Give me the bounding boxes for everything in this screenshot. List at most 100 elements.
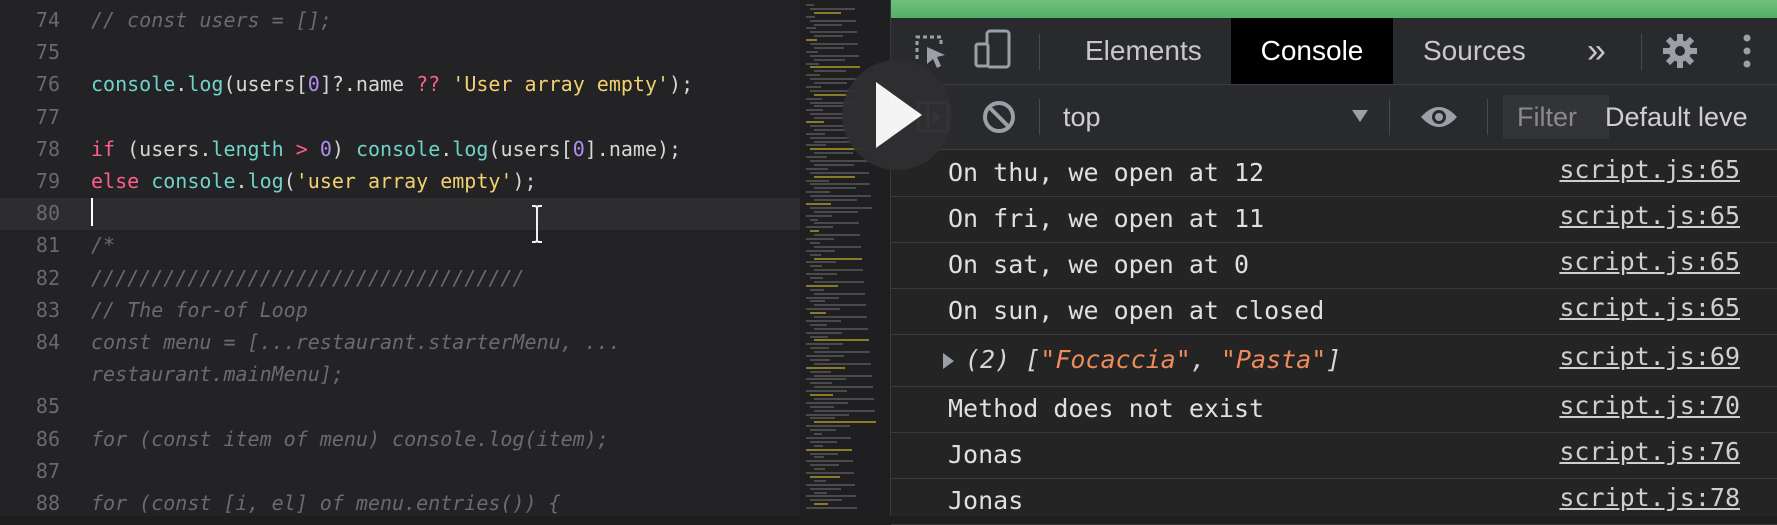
console-log: On thu, we open at 12 script.js:65 On fri,…	[891, 150, 1777, 525]
line-code: for (const [i, el] of menu.entries()) {	[91, 487, 561, 516]
array-item-string: "Focaccia"	[1040, 345, 1191, 374]
line-number: 80	[35, 201, 60, 226]
minimap-line	[810, 230, 819, 233]
minimap-line	[810, 382, 832, 385]
toolbar-separator	[1389, 99, 1390, 135]
code-token: /*	[91, 233, 116, 258]
line-number: 79	[35, 169, 60, 193]
array-preview[interactable]: (2) ["Focaccia", "Pasta"]	[965, 345, 1341, 374]
source-link[interactable]: script.js:69	[1559, 334, 1740, 380]
more-options-icon[interactable]	[1741, 32, 1753, 70]
tab-sources[interactable]: Sources	[1423, 18, 1526, 84]
code-token: (	[283, 169, 296, 193]
minimap-line	[806, 319, 841, 322]
code-token: restaurant.mainMenu];	[91, 362, 344, 387]
line-code: // const users = [];	[91, 4, 332, 36]
line-number: 87	[35, 458, 60, 483]
array-separator: ,	[1190, 345, 1221, 374]
minimap-line	[806, 355, 844, 357]
code-editor[interactable]: 74// const users = []; 75 76 console.log(us…	[0, 0, 800, 516]
line-number: 88	[35, 491, 60, 515]
minimap-line	[814, 362, 871, 365]
minimap-line	[806, 74, 820, 77]
code-token: ??	[416, 72, 441, 97]
settings-gear-icon[interactable]	[1661, 32, 1699, 70]
minimap-line	[814, 257, 862, 260]
tab-elements[interactable]: Elements	[1085, 18, 1202, 84]
minimap-line	[810, 43, 858, 45]
minimap-line	[806, 284, 838, 287]
source-link[interactable]: script.js:65	[1559, 242, 1740, 282]
expand-triangle-icon[interactable]	[941, 352, 955, 370]
minimap-line	[810, 358, 830, 361]
minimap-line	[806, 191, 830, 194]
code-line: 83 // The for-of Loop	[0, 294, 800, 326]
chevron-down-icon[interactable]	[1351, 109, 1369, 123]
console-row: (2) ["Focaccia", "Pasta"] script.js:69	[891, 334, 1777, 387]
minimap-line	[810, 370, 831, 373]
minimap-line	[814, 374, 872, 377]
code-line: 84 const menu = [...restaurant.starterMen…	[0, 326, 800, 358]
devtools-panel: Elements Console Sources » top Filter De…	[890, 0, 1777, 525]
minimap-line	[806, 308, 840, 311]
minimap-line	[810, 347, 829, 350]
code-line: 87	[0, 455, 800, 487]
source-link[interactable]: script.js:76	[1559, 432, 1740, 472]
minimap-line	[814, 292, 865, 295]
minimap-line	[814, 339, 869, 342]
filter-input[interactable]: Filter	[1503, 95, 1609, 139]
source-link[interactable]: script.js:70	[1559, 386, 1740, 426]
minimap-line	[810, 417, 835, 420]
source-link[interactable]: script.js:78	[1559, 478, 1740, 518]
line-number: 74	[35, 8, 60, 32]
console-message: On sat, we open at 0	[948, 250, 1250, 279]
minimap-line	[806, 343, 843, 346]
code-token: // The for-of Loop	[91, 297, 308, 322]
minimap-line	[806, 273, 837, 276]
minimap-line	[806, 179, 829, 182]
code-token: for (const [i, el] of menu.entries()) {	[91, 491, 561, 515]
tab-console[interactable]: Console	[1231, 18, 1393, 84]
minimap-line	[806, 62, 819, 65]
console-row: On sun, we open at closed script.js:65	[891, 288, 1777, 335]
device-toolbar-icon[interactable]	[973, 28, 1013, 72]
code-token: (users.	[115, 136, 212, 161]
minimap-line	[806, 483, 855, 486]
toolbar-separator	[1487, 99, 1488, 135]
live-expression-eye-icon[interactable]	[1419, 103, 1459, 131]
minimap-line	[810, 19, 856, 22]
code-token: log	[187, 72, 224, 97]
source-link[interactable]: script.js:65	[1559, 150, 1740, 190]
code-token: 0	[307, 72, 320, 97]
minimap-line	[814, 175, 855, 178]
text-caret	[91, 198, 93, 226]
minimap-line	[810, 312, 826, 315]
source-link[interactable]: script.js:65	[1559, 196, 1740, 236]
console-message: On sun, we open at closed	[948, 296, 1325, 325]
minimap-line	[806, 226, 833, 229]
minimap-line	[814, 327, 868, 330]
minimap-line	[806, 27, 816, 30]
console-message: Jonas	[948, 440, 1024, 469]
line-number: 78	[35, 136, 60, 161]
source-link[interactable]: script.js:65	[1559, 288, 1740, 328]
minimap-line	[814, 433, 822, 435]
console-message: On fri, we open at 11	[948, 204, 1265, 233]
minimap-line	[806, 132, 825, 135]
clear-console-icon[interactable]	[981, 99, 1017, 135]
minimap-line	[810, 7, 855, 10]
minimap-line	[806, 238, 834, 240]
minimap-line	[806, 202, 831, 205]
minimap-line	[814, 491, 827, 494]
video-play-button[interactable]	[842, 60, 952, 170]
console-row: On sat, we open at 0 script.js:65	[891, 242, 1777, 289]
code-token: console	[151, 169, 236, 193]
log-levels-dropdown[interactable]: Default leve	[1605, 85, 1767, 149]
line-code: // The for-of Loop	[91, 294, 308, 326]
minimap-line	[806, 390, 847, 393]
code-line: 80	[0, 197, 800, 229]
array-prefix: (2) [	[965, 345, 1041, 374]
context-selector[interactable]: top	[1063, 85, 1101, 149]
more-tabs-button[interactable]: »	[1587, 18, 1606, 84]
